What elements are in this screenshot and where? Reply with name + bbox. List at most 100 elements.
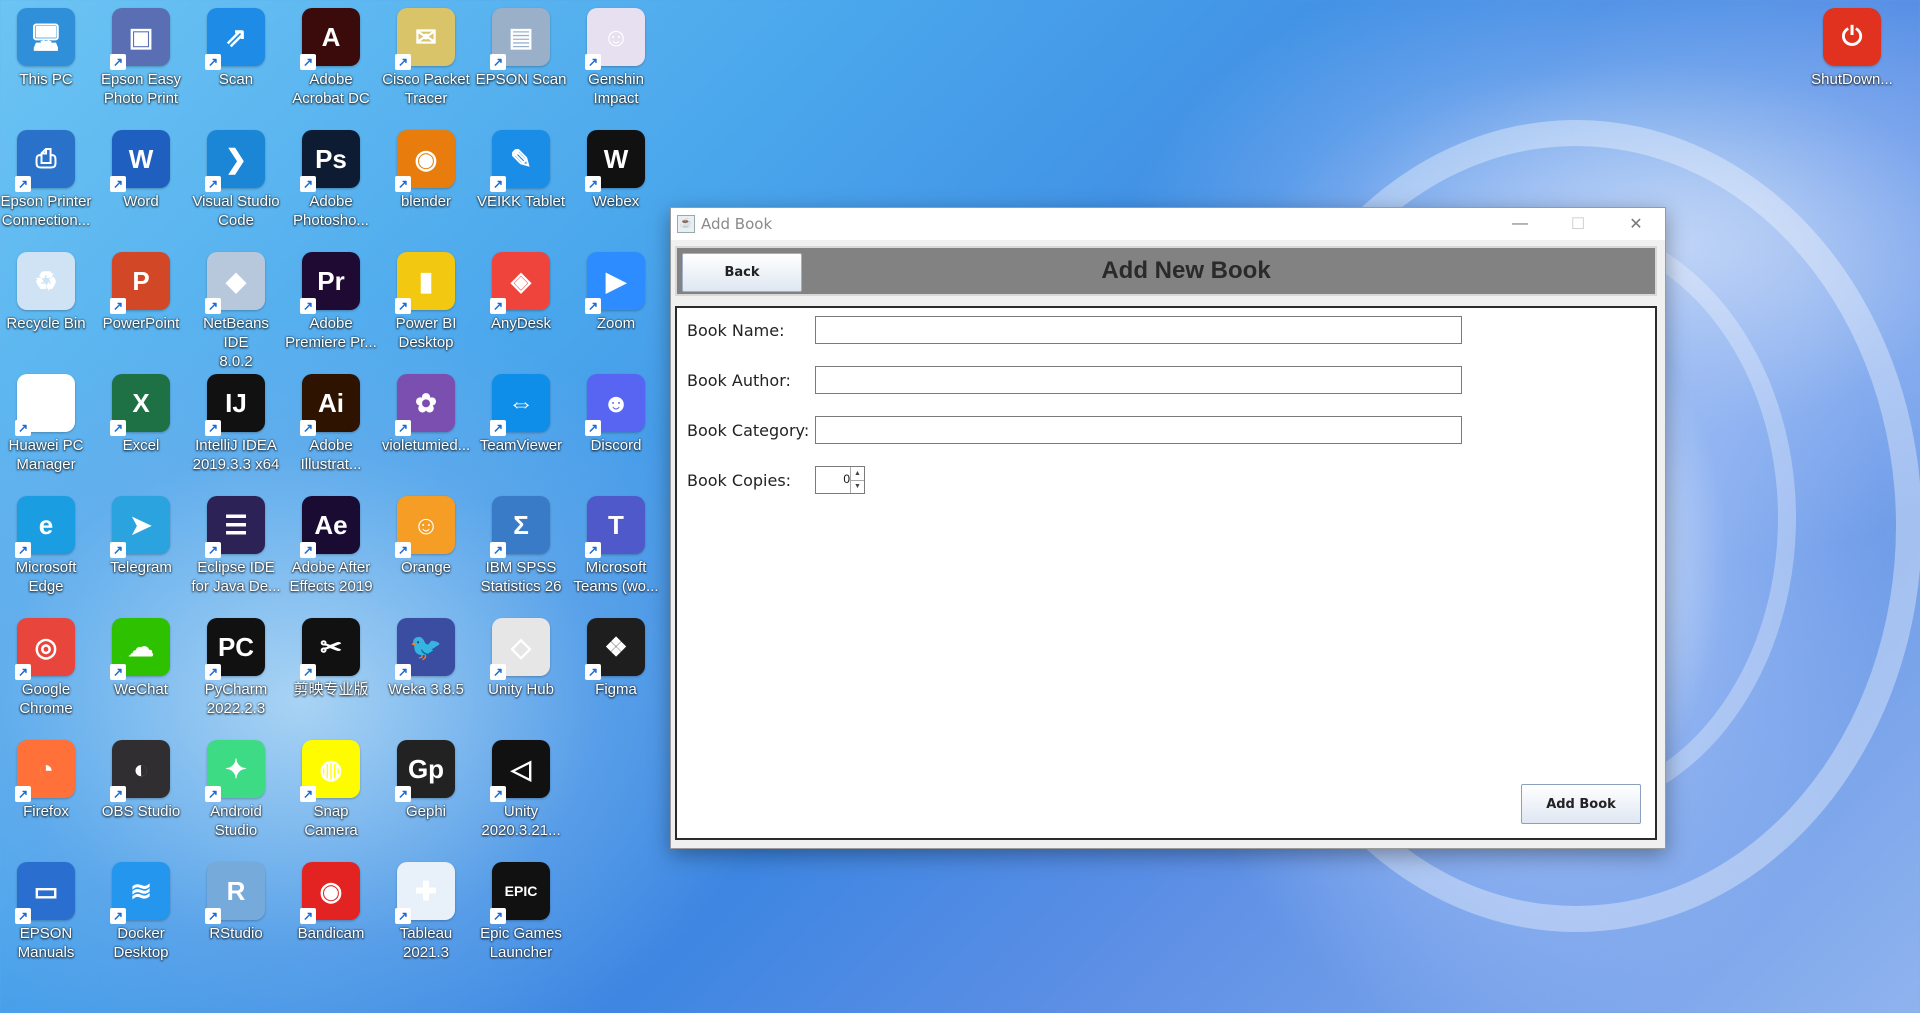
desktop-icon[interactable]: ✚ ↗ Tableau 2021.3 [380, 856, 472, 974]
desktop-icon[interactable]: Gp ↗ Gephi [380, 734, 472, 852]
shortcut-arrow-icon: ↗ [205, 54, 221, 70]
shortcut-arrow-icon: ↗ [205, 542, 221, 558]
desktop-icon-label: Weka 3.8.5 [388, 681, 464, 698]
desktop-icon[interactable]: ➤ ↗ Telegram [95, 490, 187, 608]
desktop-icon[interactable]: ⎙ ↗ Epson Printer Connection... [0, 124, 92, 242]
desktop-icon[interactable]: ✎ ↗ VEIKK Tablet [475, 124, 567, 242]
desktop-icon[interactable]: ▣ ↗ Epson Easy Photo Print [95, 2, 187, 120]
desktop-icon[interactable]: ◍ ↗ Snap Camera [285, 734, 377, 852]
desktop-icon[interactable]: ◐ ↗ OBS Studio [95, 734, 187, 852]
desktop-icon[interactable]: T ↗ Microsoft Teams (wo... [570, 490, 662, 608]
desktop-icon[interactable]: PC ↗ PyCharm 2022.2.3 [190, 612, 282, 730]
desktop-icon[interactable]: ❯ ↗ Visual Studio Code [190, 124, 282, 242]
desktop-icon[interactable]: Ps ↗ Adobe Photosho... [285, 124, 377, 242]
desktop-icon[interactable]: IJ ↗ IntelliJ IDEA 2019.3.3 x64 [190, 368, 282, 486]
desktop-icon[interactable]: Ae ↗ Adobe After Effects 2019 [285, 490, 377, 608]
shortcut-arrow-icon: ↗ [15, 786, 31, 802]
desktop-icon[interactable]: M ↗ Huawei PC Manager [0, 368, 92, 486]
desktop-icon-label: Epson Easy Photo Print [100, 71, 182, 107]
gephi-icon: Gp ↗ [395, 740, 455, 802]
desktop-icon[interactable]: ◁ ↗ Unity 2020.3.21... [475, 734, 567, 852]
intellij-icon: IJ ↗ [205, 374, 265, 436]
desktop-icon[interactable]: e ↗ Microsoft Edge [0, 490, 92, 608]
book-category-field[interactable] [815, 416, 1462, 444]
desktop-icon-label: EPSON Scan [475, 71, 567, 88]
desktop-icon[interactable]: ◉ ↗ Bandicam [285, 856, 377, 974]
book-name-field[interactable] [815, 316, 1462, 344]
shortcut-arrow-icon: ↗ [300, 298, 316, 314]
desktop-icon[interactable]: R ↗ RStudio [190, 856, 282, 974]
back-button[interactable]: Back [682, 253, 802, 292]
desktop-icon[interactable]: ✉ ↗ Cisco Packet Tracer [380, 2, 472, 120]
desktop-icon[interactable]: ☻ ↗ Discord [570, 368, 662, 486]
blender-icon: ◉ ↗ [395, 130, 455, 192]
excel-icon: X ↗ [110, 374, 170, 436]
desktop-icon[interactable]: ⇔ ↗ TeamViewer [475, 368, 567, 486]
teams-icon: T ↗ [585, 496, 645, 558]
desktop-icon[interactable]: X ↗ Excel [95, 368, 187, 486]
desktop-icon[interactable]: ❖ ↗ Figma [570, 612, 662, 730]
desktop-icon[interactable]: Σ ↗ IBM SPSS Statistics 26 [475, 490, 567, 608]
book-copies-spinner[interactable]: 0 ▲ ▼ [815, 466, 865, 494]
veikk-icon: ✎ ↗ [490, 130, 550, 192]
book-author-field[interactable] [815, 366, 1462, 394]
desktop-icon[interactable]: ▮ ↗ Power BI Desktop [380, 246, 472, 364]
shortcut-arrow-icon: ↗ [300, 542, 316, 558]
powerbi-icon: ▮ ↗ [395, 252, 455, 314]
spinner-down-arrow-icon[interactable]: ▼ [850, 480, 864, 493]
desktop-icon[interactable]: ▤ ↗ EPSON Scan [475, 2, 567, 120]
desktop-icon[interactable]: W ↗ Webex [570, 124, 662, 242]
shortcut-arrow-icon: ↗ [585, 664, 601, 680]
desktop-icon-label: Excel [122, 437, 160, 454]
book-author-label: Book Author: [687, 370, 791, 390]
desktop-icon[interactable]: ♻ Recycle Bin [0, 246, 92, 364]
shortcut-arrow-icon: ↗ [395, 664, 411, 680]
desktop-icon-label: Visual Studio Code [192, 193, 280, 229]
desktop-icon[interactable]: P ↗ PowerPoint [95, 246, 187, 364]
desktop-icon[interactable]: ◇ ↗ Unity Hub [475, 612, 567, 730]
desktop-icon[interactable]: 🖥 This PC [0, 2, 92, 120]
desktop-icon-label: Microsoft Edge [15, 559, 77, 595]
desktop-icon-label: Cisco Packet Tracer [382, 71, 470, 107]
desktop-icon[interactable]: ☁ ↗ WeChat [95, 612, 187, 730]
shortcut-arrow-icon: ↗ [490, 786, 506, 802]
desktop-icon[interactable]: ◈ ↗ AnyDesk [475, 246, 567, 364]
minimize-button[interactable]: — [1491, 208, 1549, 240]
desktop-icon[interactable]: ≋ ↗ Docker Desktop [95, 856, 187, 974]
desktop-icon[interactable]: ◉ ↗ blender [380, 124, 472, 242]
desktop-icon-label: PyCharm 2022.2.3 [204, 681, 268, 717]
spinner-up-arrow-icon[interactable]: ▲ [850, 467, 864, 481]
desktop-icon[interactable]: ☺ ↗ Genshin Impact [570, 2, 662, 120]
desktop-icon[interactable]: A ↗ Adobe Acrobat DC [285, 2, 377, 120]
desktop-icon-label: Adobe After Effects 2019 [289, 559, 373, 595]
desktop-icon-label: EPSON Manuals [17, 925, 75, 961]
desktop-icon[interactable]: ☺ ↗ Orange [380, 490, 472, 608]
desktop-icon[interactable]: ✂ ↗ 剪映专业版 [285, 612, 377, 730]
desktop-icon[interactable]: ◔ ↗ Firefox [0, 734, 92, 852]
desktop-icon-shutdown[interactable]: ⏻ ShutDown... [1806, 2, 1898, 120]
desktop-icon-label: Telegram [110, 559, 172, 576]
desktop-icon[interactable]: ✿ ↗ violetumied... [380, 368, 472, 486]
desktop-icon-label: Google Chrome [19, 681, 73, 717]
shortcut-arrow-icon: ↗ [205, 664, 221, 680]
desktop-icon[interactable]: 🐦 ↗ Weka 3.8.5 [380, 612, 472, 730]
window-titlebar[interactable]: ☕ Add Book — ☐ ✕ [671, 208, 1665, 240]
desktop-icon[interactable]: ◆ ↗ NetBeans IDE 8.0.2 [190, 246, 282, 370]
close-button[interactable]: ✕ [1607, 208, 1665, 240]
desktop-icon[interactable]: ▶ ↗ Zoom [570, 246, 662, 364]
desktop-icon[interactable]: ✦ ↗ Android Studio [190, 734, 282, 852]
maximize-button[interactable]: ☐ [1549, 208, 1607, 240]
desktop-icon[interactable]: W ↗ Word [95, 124, 187, 242]
add-book-button[interactable]: Add Book [1521, 784, 1641, 824]
shortcut-arrow-icon: ↗ [585, 298, 601, 314]
desktop-icon[interactable]: ◎ ↗ Google Chrome [0, 612, 92, 730]
desktop-icon[interactable]: Pr ↗ Adobe Premiere Pr... [285, 246, 377, 364]
desktop-icon[interactable]: ☰ ↗ Eclipse IDE for Java De... [190, 490, 282, 608]
bandicam-icon: ◉ ↗ [300, 862, 360, 924]
desktop-icon[interactable]: ▭ ↗ EPSON Manuals [0, 856, 92, 974]
desktop-icon-label: Android Studio [210, 803, 262, 839]
desktop-icon[interactable]: Ai ↗ Adobe Illustrat... [285, 368, 377, 486]
obs-icon: ◐ ↗ [110, 740, 170, 802]
desktop-icon[interactable]: ⇗ ↗ Scan [190, 2, 282, 120]
desktop-icon[interactable]: EPIC ↗ Epic Games Launcher [475, 856, 567, 974]
